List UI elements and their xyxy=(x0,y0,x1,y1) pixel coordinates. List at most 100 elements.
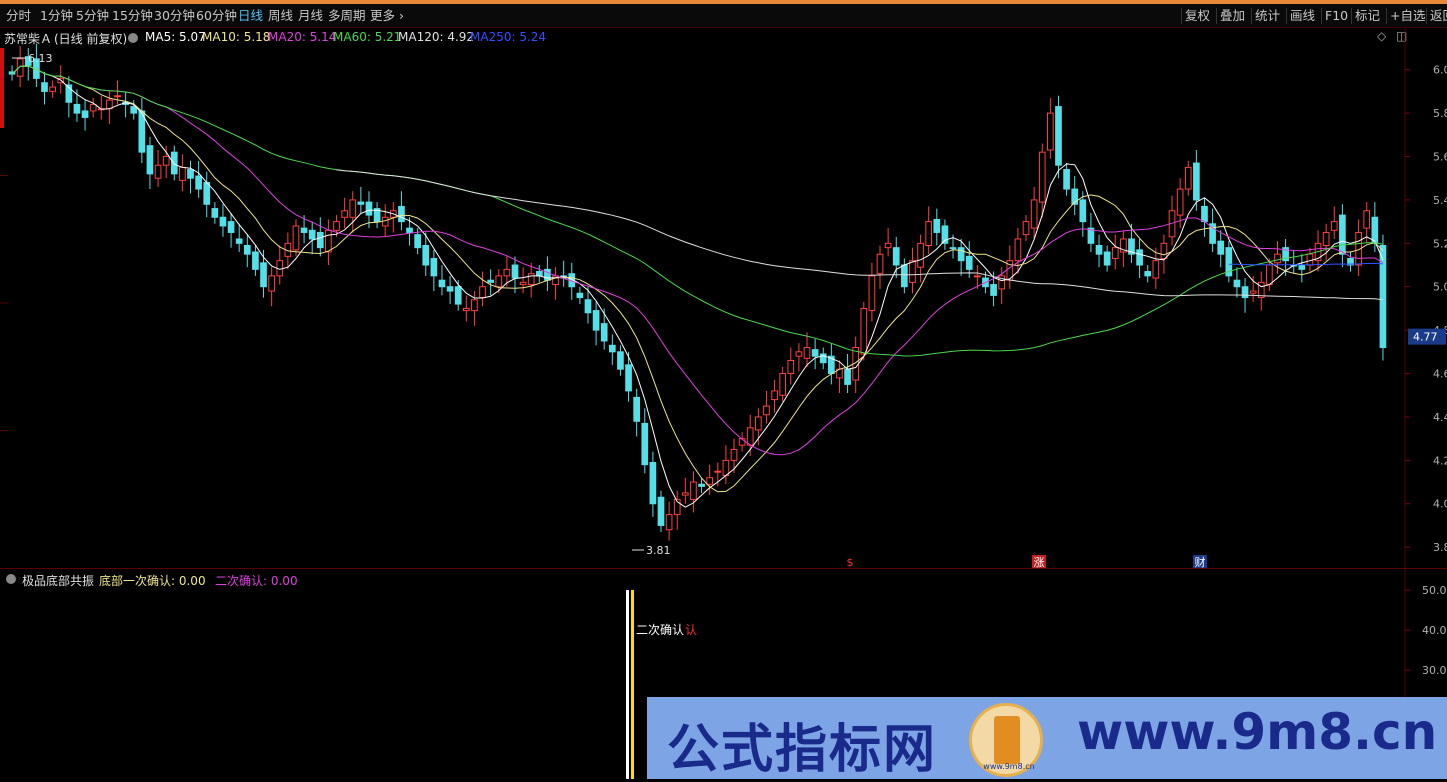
toolbar-right-3[interactable]: 画线 xyxy=(1290,8,1315,24)
toolbar-right-7[interactable]: 返回 xyxy=(1430,8,1447,24)
candle-body xyxy=(600,323,608,342)
candle-body xyxy=(1266,264,1273,286)
price-tick-label: 6.0 xyxy=(1433,64,1447,77)
candle-body xyxy=(195,175,202,190)
candle-body xyxy=(535,271,543,277)
price-tick-label: 3.8 xyxy=(1433,541,1447,554)
period-tab-8[interactable]: 月线 xyxy=(298,8,323,24)
toolbar-right-1[interactable]: 叠加 xyxy=(1220,8,1245,24)
candle-body xyxy=(503,268,511,277)
candle-body xyxy=(446,286,454,292)
event-marker: 财 xyxy=(1195,555,1206,568)
candle-body xyxy=(1306,253,1314,266)
candle-body xyxy=(1217,240,1225,255)
candle-body xyxy=(365,201,373,216)
candle-body xyxy=(1363,210,1371,229)
candle-body xyxy=(584,299,592,314)
candle-body xyxy=(722,459,730,477)
candle-body xyxy=(316,231,324,249)
candle-body xyxy=(957,247,965,262)
main-kline-chart[interactable]: 6.05.85.65.45.25.04.84.64.44.24.03.86.13… xyxy=(0,28,1447,568)
toolbar-right-4[interactable]: F10 xyxy=(1325,8,1348,24)
candle-body xyxy=(1339,214,1346,255)
candle-body xyxy=(170,151,178,175)
candle-body xyxy=(146,145,154,175)
toolbar-right-0[interactable]: 复权 xyxy=(1185,8,1210,24)
toolbar-separator xyxy=(1181,8,1182,24)
candle-body xyxy=(787,360,795,375)
candle-body xyxy=(333,221,340,231)
candle-body xyxy=(292,225,300,251)
period-tab-7[interactable]: 周线 xyxy=(268,8,293,24)
candle-body xyxy=(690,481,697,500)
candle-body xyxy=(1298,264,1306,270)
candle-body xyxy=(1014,238,1022,262)
signal-label-tail: 认 xyxy=(685,623,697,637)
period-tab-0[interactable]: 分时 xyxy=(6,8,31,24)
candle-body xyxy=(430,258,438,277)
candle-body xyxy=(649,462,657,505)
candle-body xyxy=(1079,199,1087,223)
price-tick-label: 4.6 xyxy=(1433,368,1447,381)
candle-body xyxy=(1152,260,1160,279)
toolbar-right-2[interactable]: 统计 xyxy=(1255,8,1280,24)
candle-body xyxy=(746,427,754,446)
period-tab-1[interactable]: 1分钟 xyxy=(40,8,73,24)
candle-body xyxy=(763,405,770,416)
candle-body xyxy=(1111,247,1119,260)
toolbar-separator xyxy=(1351,8,1352,24)
period-tab-9[interactable]: 多周期 xyxy=(328,8,366,24)
period-tab-6[interactable]: 日线 xyxy=(238,8,263,24)
toolbar-right-6[interactable]: +自选 xyxy=(1390,8,1425,24)
period-tab-5[interactable]: 60分钟 xyxy=(196,8,237,24)
candle-body xyxy=(803,346,811,359)
candle-body xyxy=(657,496,665,526)
candle-body xyxy=(130,106,138,114)
candle-body xyxy=(665,514,673,531)
price-tick-label: 5.6 xyxy=(1433,151,1447,164)
candle-body xyxy=(917,242,924,268)
toolbar-separator xyxy=(1386,8,1387,24)
candle-body xyxy=(260,262,267,288)
toolbar-separator xyxy=(1216,8,1217,24)
event-marker: 涨 xyxy=(1034,556,1045,568)
candle-body xyxy=(219,216,227,227)
period-tab-4[interactable]: 30分钟 xyxy=(154,8,195,24)
candle-body xyxy=(300,227,308,233)
candle-body xyxy=(641,422,649,466)
candle-body xyxy=(1249,290,1257,294)
toolbar-right-5[interactable]: 标记 xyxy=(1355,8,1380,24)
candle-body xyxy=(1201,205,1208,223)
signal-bar-white xyxy=(626,590,629,779)
candle-body xyxy=(325,229,332,253)
candle-body xyxy=(243,244,251,255)
period-tab-3[interactable]: 15分钟 xyxy=(112,8,153,24)
ma-line-10 xyxy=(11,65,1384,493)
candle-body xyxy=(1233,279,1241,288)
candle-body xyxy=(462,307,470,312)
candle-body xyxy=(1241,286,1249,299)
candle-body xyxy=(381,216,389,227)
candle-body xyxy=(1022,221,1030,236)
watermark-cn-text: 公式指标网 xyxy=(667,720,938,780)
candle-body xyxy=(414,234,421,249)
candle-body xyxy=(949,247,957,250)
candle-body xyxy=(779,373,787,396)
candle-body xyxy=(422,244,430,266)
candle-body xyxy=(349,199,357,218)
ma-line-5 xyxy=(11,65,1384,508)
price-tick-label: 5.4 xyxy=(1433,194,1447,207)
event-marker: $ xyxy=(847,556,854,568)
candle-body xyxy=(625,364,632,392)
low-price-label: 3.81 xyxy=(646,544,671,557)
candle-body xyxy=(1047,112,1054,151)
candle-body xyxy=(73,103,81,114)
period-tab-10[interactable]: 更多 › xyxy=(370,8,404,24)
period-tab-2[interactable]: 5分钟 xyxy=(76,8,109,24)
candle-body xyxy=(341,210,348,218)
candle-body xyxy=(187,169,194,179)
price-tick-label: 4.2 xyxy=(1433,454,1447,467)
candle-body xyxy=(1322,231,1330,246)
price-tick-label: 5.2 xyxy=(1433,237,1447,250)
candle-body xyxy=(795,351,803,357)
